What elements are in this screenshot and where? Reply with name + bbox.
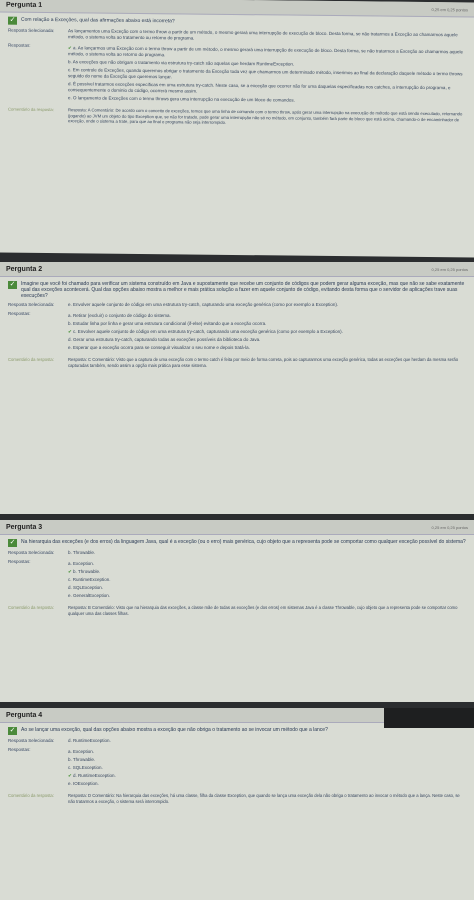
answers-row: Respostas: a. Exception. b. Throwable. c… bbox=[8, 747, 466, 789]
selected-answer: As lançamentos uma Exceção com o termo t… bbox=[68, 28, 458, 41]
feedback-row: Comentário da resposta: Resposta: A Come… bbox=[8, 107, 466, 128]
selected-answer-row: Resposta Selecionada: As lançamentos uma… bbox=[8, 28, 466, 45]
answers-row: Respostas: a. Exception. b. Throwable. c… bbox=[8, 559, 466, 601]
answer-option: c. RuntimeException. bbox=[68, 577, 111, 582]
selected-answer: b. Throwable. bbox=[68, 550, 96, 555]
question-4-panel: Pergunta 4 0,25 em 0,25 pontos ✓ Ao se l… bbox=[0, 708, 474, 900]
selected-answer-row: Resposta Selecionada: d. RuntimeExceptio… bbox=[8, 738, 466, 744]
feedback-row: Comentário da resposta: Resposta: B Come… bbox=[8, 605, 466, 616]
question-title: Pergunta 4 bbox=[6, 711, 43, 719]
selected-answer-row: Resposta Selecionada: b. Throwable. bbox=[8, 550, 466, 556]
answer-option: d. Gerar uma estrutura try-catch, captur… bbox=[68, 337, 261, 342]
selected-answer-row: Resposta Selecionada: e. Envolver aquele… bbox=[8, 302, 466, 308]
answer-option: d. RuntimeException. bbox=[68, 773, 466, 779]
answer-option: b. Estudar linha por linha e gerar uma e… bbox=[68, 321, 267, 326]
question-title: Pergunta 1 bbox=[6, 1, 43, 9]
feedback-row: Comentário da resposta: Resposta: D Come… bbox=[8, 793, 466, 804]
question-3-panel: Pergunta 3 0,25 em 0,25 pontos ✓ Na hier… bbox=[0, 520, 474, 702]
answers-row: Respostas: a. Retirar (excluir) o conjun… bbox=[8, 311, 466, 353]
answer-option: b. Throwable. bbox=[68, 757, 96, 762]
answer-option: a. Retirar (excluir) o conjunto de códig… bbox=[68, 313, 171, 318]
question-title: Pergunta 3 bbox=[6, 523, 43, 531]
answer-option: b. Throwable. bbox=[68, 569, 466, 575]
selected-answer: e. Envolver aquele conjunto de código em… bbox=[68, 302, 339, 307]
selected-answer: d. RuntimeException. bbox=[68, 738, 111, 743]
question-text: ✓ Imagine que você foi chamado para veri… bbox=[8, 281, 465, 299]
answer-option: a. Exception. bbox=[68, 749, 95, 754]
answer-option: c. Envolver aquele conjunto de código em… bbox=[68, 329, 466, 335]
answers-row: Respostas: a. Ao lançarmos uma Exceção c… bbox=[8, 43, 466, 108]
answer-option: d. SQLException. bbox=[68, 585, 104, 590]
question-2-panel: Pergunta 2 0,25 em 0,25 pontos ✓ Imagine… bbox=[0, 262, 474, 514]
feedback-row: Comentário da resposta: Resposta: C Come… bbox=[8, 357, 466, 368]
correct-check-icon: ✓ bbox=[8, 281, 17, 289]
correct-check-icon: ✓ bbox=[8, 16, 17, 25]
answer-option: e. GeneralException. bbox=[68, 593, 111, 598]
feedback-text: Resposta: D Comentário: Na hierarquia da… bbox=[68, 793, 460, 804]
correct-check-icon: ✓ bbox=[8, 539, 17, 547]
feedback-text: Resposta: B Comentário: Visto que na hie… bbox=[68, 605, 458, 616]
correct-check-icon: ✓ bbox=[8, 727, 17, 735]
screen-edge bbox=[384, 708, 474, 728]
question-score: 0,25 em 0,25 pontos bbox=[431, 266, 468, 272]
feedback-text: Resposta: A Comentário: De acordo com o … bbox=[68, 107, 463, 125]
answer-option: e. Esperar que a exceção ocorra para se … bbox=[68, 345, 250, 350]
question-header: Pergunta 3 0,25 em 0,25 pontos bbox=[0, 520, 474, 535]
feedback-text: Resposta: C Comentário: Visto que a capt… bbox=[68, 357, 459, 368]
question-header: Pergunta 2 0,25 em 0,25 pontos bbox=[0, 262, 474, 277]
question-text: ✓ Na hierarquia das exceções (e dos erro… bbox=[8, 539, 466, 547]
question-title: Pergunta 2 bbox=[6, 265, 43, 273]
answer-option: c. SQLException. bbox=[68, 765, 103, 770]
question-text: ✓ Ao se lançar uma exceção, qual das opç… bbox=[8, 727, 328, 735]
answer-option: a. Exception. bbox=[68, 561, 95, 566]
answer-option: e. IOException. bbox=[68, 781, 99, 786]
question-1-panel: Pergunta 1 0,25 em 0,25 pontos ✓ Com rel… bbox=[0, 0, 474, 258]
question-score: 0,25 em 0,25 pontos bbox=[431, 6, 468, 12]
question-score: 0,25 em 0,25 pontos bbox=[431, 524, 468, 530]
